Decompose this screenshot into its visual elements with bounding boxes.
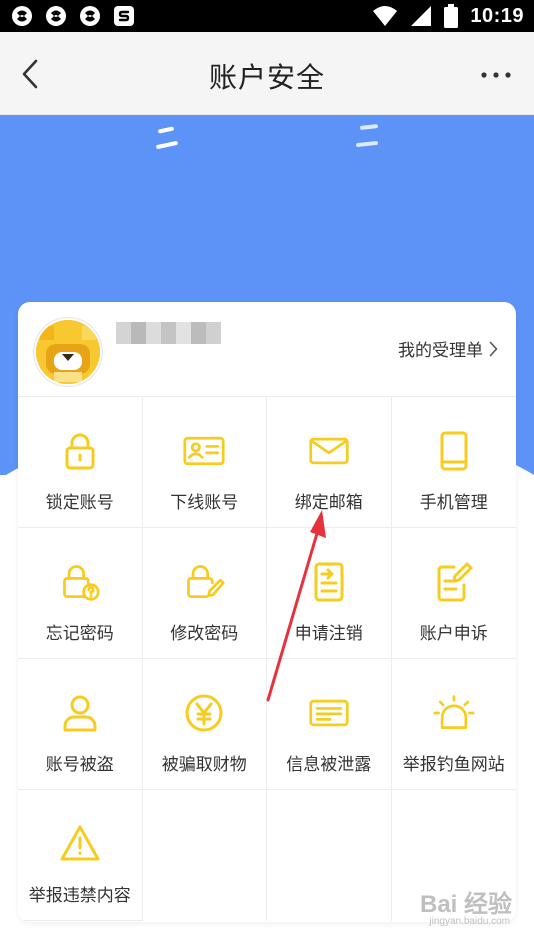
menu-item-phone-management[interactable]: 手机管理 — [391, 397, 516, 528]
menu-item-report-phishing-site[interactable]: 举报钓鱼网站 — [391, 659, 516, 790]
menu-item-information-leaked[interactable]: 信息被泄露 — [267, 659, 392, 790]
menu-item-report-prohibited-content[interactable]: 举报违禁内容 — [18, 790, 143, 921]
chevron-right-icon — [489, 341, 498, 356]
menu-item-label: 锁定账号 — [45, 493, 114, 513]
lock-question-icon — [62, 565, 100, 601]
menu-item-label: 账号被盗 — [45, 755, 114, 775]
menu-item-offline-account[interactable]: 下线账号 — [142, 397, 267, 528]
my-tickets-link[interactable]: 我的受理单 — [398, 336, 498, 361]
menu-item-label: 被骗取财物 — [161, 755, 247, 775]
menu-item-label: 绑定邮箱 — [294, 493, 363, 513]
battery-icon — [444, 4, 459, 28]
signal-icon — [411, 6, 432, 26]
security-menu-grid: 锁定账号 下线账号 绑定邮箱 手机管理 忘记密码 修改密码 申请注销 账户申诉 … — [18, 397, 516, 921]
menu-item-account-appeal[interactable]: 账户申诉 — [391, 528, 516, 659]
menu-item-bind-email[interactable]: 绑定邮箱 — [267, 397, 392, 528]
account-security-card: 我的受理单 锁定账号 下线账号 绑定邮箱 手机管理 忘记密码 修改密码 申请注销… — [18, 302, 516, 922]
username-blurred — [116, 322, 221, 344]
menu-item-defrauded-property[interactable]: 被骗取财物 — [142, 659, 267, 790]
status-time: 10:19 — [470, 4, 524, 27]
menu-item-label: 举报违禁内容 — [28, 886, 131, 906]
lion-avatar-icon — [36, 320, 100, 384]
page-title: 账户安全 — [208, 61, 325, 94]
avatar[interactable] — [36, 320, 100, 384]
baidu-jingyan-watermark: Bai 经验 jingyan.baidu.com — [392, 878, 512, 934]
empty-cell — [143, 790, 267, 921]
lock-icon — [65, 433, 95, 470]
more-button[interactable] — [476, 58, 516, 92]
document-edit-icon — [437, 562, 473, 602]
menu-item-label: 账户申诉 — [419, 624, 488, 644]
message-lines-icon — [309, 699, 349, 727]
alarm-light-icon — [433, 695, 475, 729]
document-arrow-icon — [314, 562, 344, 602]
menu-item-change-password[interactable]: 修改密码 — [142, 528, 267, 659]
decoration — [155, 140, 179, 150]
watermark-url: jingyan.baidu.com — [429, 916, 510, 927]
lock-edit-icon — [187, 565, 225, 598]
more-dots-icon — [481, 72, 511, 78]
yen-coin-icon — [185, 694, 223, 732]
menu-item-lock-account[interactable]: 锁定账号 — [18, 397, 143, 528]
menu-item-label: 修改密码 — [170, 624, 239, 644]
notification-icons — [10, 4, 136, 28]
phone-icon — [440, 431, 468, 471]
envelope-icon — [309, 437, 349, 465]
menu-item-label: 手机管理 — [419, 493, 488, 513]
my-tickets-label: 我的受理单 — [398, 341, 483, 361]
decoration — [157, 126, 175, 134]
menu-item-label: 忘记密码 — [45, 624, 114, 644]
app-notification-icon — [80, 6, 100, 26]
app-notification-icon — [46, 6, 66, 26]
sogou-s-icon — [114, 6, 134, 26]
empty-cell — [267, 790, 392, 921]
menu-item-apply-cancellation[interactable]: 申请注销 — [267, 528, 392, 659]
menu-item-label: 下线账号 — [170, 493, 239, 513]
menu-item-account-stolen[interactable]: 账号被盗 — [18, 659, 143, 790]
decoration — [355, 140, 379, 148]
wifi-icon — [373, 6, 398, 26]
status-bar: 10:19 — [0, 0, 534, 32]
system-status-icons: 10:19 — [372, 0, 524, 32]
menu-item-label: 申请注销 — [294, 624, 363, 644]
user-icon — [63, 695, 97, 732]
menu-item-label: 信息被泄露 — [286, 755, 372, 775]
menu-item-label: 举报钓鱼网站 — [402, 755, 505, 775]
watermark-brand: Bai 经验 — [419, 891, 512, 918]
warning-triangle-icon — [60, 825, 100, 861]
app-notification-icon — [12, 6, 32, 26]
nav-header: 账户安全 — [0, 32, 534, 115]
menu-item-forgot-password[interactable]: 忘记密码 — [18, 528, 143, 659]
decoration — [359, 124, 379, 130]
id-card-icon — [183, 436, 225, 466]
